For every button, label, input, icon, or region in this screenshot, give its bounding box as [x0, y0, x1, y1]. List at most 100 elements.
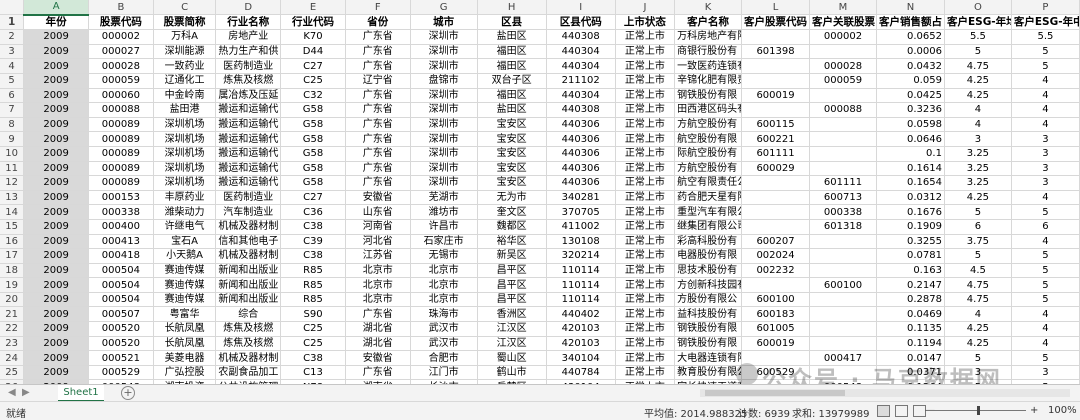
cell[interactable]: 江苏省 — [345, 248, 411, 264]
row-header[interactable]: 23 — [0, 336, 25, 352]
cell[interactable]: C27 — [280, 190, 346, 206]
cell[interactable]: 广东省 — [345, 131, 411, 147]
cell[interactable]: G58 — [280, 175, 346, 191]
cell[interactable]: 000089 — [88, 161, 154, 177]
normal-view-icon[interactable] — [877, 405, 890, 417]
cell[interactable]: 000059 — [88, 73, 154, 89]
cell[interactable]: 深圳机场 — [153, 146, 217, 162]
cell[interactable]: C38 — [280, 219, 346, 235]
cell[interactable]: 正常上市 — [615, 263, 676, 279]
cell[interactable]: 盐田区 — [477, 102, 547, 118]
cell[interactable]: 湖北省 — [345, 336, 411, 352]
cell[interactable]: 4 — [1011, 102, 1080, 118]
cell[interactable]: 002232 — [741, 263, 811, 279]
cell[interactable]: 鹤山市 — [477, 365, 547, 381]
cell[interactable]: 0.1654 — [876, 175, 945, 191]
cell[interactable]: 无为市 — [477, 190, 547, 206]
cell[interactable]: 0.0781 — [876, 248, 945, 264]
cell[interactable]: 江汉区 — [477, 336, 547, 352]
cell[interactable]: 钢铁股份有限 — [674, 321, 743, 337]
row-header[interactable]: 24 — [0, 350, 25, 366]
cell[interactable]: 炼焦及核燃 — [215, 336, 282, 352]
header-cell[interactable]: 行业代码 — [280, 14, 346, 31]
cell[interactable]: 宝安区 — [477, 131, 547, 147]
cell[interactable]: 3.25 — [944, 175, 1012, 191]
cell[interactable]: 2009 — [23, 204, 89, 220]
cell[interactable]: 正常上市 — [615, 146, 676, 162]
cell[interactable]: 600019 — [741, 336, 811, 352]
cell[interactable]: 广东省 — [345, 102, 411, 118]
cell[interactable]: C13 — [280, 365, 346, 381]
cell[interactable]: 4 — [944, 117, 1012, 133]
cell[interactable] — [741, 219, 811, 235]
cell[interactable]: 5 — [944, 248, 1012, 264]
cell[interactable]: 600029 — [741, 161, 811, 177]
select-all-corner[interactable] — [0, 0, 25, 16]
cell[interactable]: 盐田港 — [153, 102, 217, 118]
column-header-d[interactable]: D — [215, 0, 282, 16]
cell[interactable]: 方股份有限公 — [674, 292, 743, 308]
cell[interactable]: 601005 — [741, 321, 811, 337]
cell[interactable]: 正常上市 — [615, 73, 676, 89]
cell[interactable]: 2009 — [23, 234, 89, 250]
cell[interactable]: 正常上市 — [615, 292, 676, 308]
cell[interactable]: 中金岭南 — [153, 88, 217, 104]
cell[interactable]: 2009 — [23, 292, 89, 308]
column-header-m[interactable]: M — [809, 0, 877, 16]
cell[interactable]: 0.1135 — [876, 321, 945, 337]
cell[interactable]: 4 — [1011, 117, 1080, 133]
cell[interactable]: 600221 — [741, 131, 811, 147]
cell[interactable]: 农副食品加工 — [215, 365, 282, 381]
cell[interactable]: C32 — [280, 88, 346, 104]
cell[interactable]: 5 — [1011, 248, 1080, 264]
header-cell[interactable]: 客户股票代码 — [741, 14, 811, 31]
cell[interactable]: 601318 — [809, 219, 877, 235]
cell[interactable]: 5 — [1011, 204, 1080, 220]
column-header-l[interactable]: L — [741, 0, 811, 16]
cell[interactable]: C25 — [280, 336, 346, 352]
cell[interactable]: 深圳市 — [410, 44, 478, 60]
cell[interactable]: 广东省 — [345, 88, 411, 104]
cell[interactable]: 4 — [1011, 234, 1080, 250]
row-header[interactable]: 14 — [0, 204, 25, 220]
cell[interactable]: 600100 — [809, 277, 877, 293]
cell[interactable]: 4 — [944, 102, 1012, 118]
cell[interactable]: 深圳市 — [410, 131, 478, 147]
cell[interactable]: 盘锦市 — [410, 73, 478, 89]
cell[interactable]: 赛迪传媒 — [153, 263, 217, 279]
cell[interactable]: 广东省 — [345, 306, 411, 323]
cell[interactable]: 正常上市 — [615, 248, 676, 264]
cell[interactable]: 武汉市 — [410, 321, 478, 337]
cell[interactable]: 3 — [1011, 161, 1080, 177]
row-header[interactable]: 25 — [0, 365, 25, 381]
cell[interactable]: 600019 — [741, 88, 811, 104]
row-header[interactable]: 5 — [0, 73, 25, 89]
cell[interactable]: 110114 — [546, 277, 616, 293]
cell[interactable]: 广东省 — [345, 365, 411, 381]
cell[interactable]: 6 — [1011, 219, 1080, 235]
cell[interactable]: 2009 — [23, 248, 89, 264]
cell[interactable]: 0.0425 — [876, 88, 945, 104]
cell[interactable]: 正常上市 — [615, 29, 676, 45]
cell[interactable]: 0.059 — [876, 73, 945, 89]
row-header[interactable]: 2 — [0, 29, 25, 45]
header-cell[interactable]: 年份 — [23, 14, 89, 31]
row-header[interactable]: 1 — [0, 14, 25, 31]
cell[interactable]: 000028 — [809, 58, 877, 74]
cell[interactable]: 芜湖市 — [410, 190, 478, 206]
cell[interactable]: 3.75 — [944, 234, 1012, 250]
cell[interactable]: 0.1909 — [876, 219, 945, 235]
cell[interactable]: 000529 — [88, 365, 154, 381]
cell[interactable] — [741, 190, 811, 206]
cell[interactable]: 北京市 — [410, 277, 478, 293]
cell[interactable]: 深圳市 — [410, 58, 478, 74]
cell[interactable]: 香洲区 — [477, 306, 547, 323]
cell[interactable] — [809, 88, 877, 104]
cell[interactable]: 0.0598 — [876, 117, 945, 133]
cell[interactable]: 320214 — [546, 248, 616, 264]
cell[interactable] — [809, 248, 877, 264]
zoom-in-button[interactable]: + — [1030, 405, 1038, 416]
cell[interactable]: 大电器连锁有限公司 — [674, 350, 743, 366]
header-cell[interactable]: 股票简称 — [153, 14, 217, 31]
cell[interactable]: 安徽省 — [345, 190, 411, 206]
